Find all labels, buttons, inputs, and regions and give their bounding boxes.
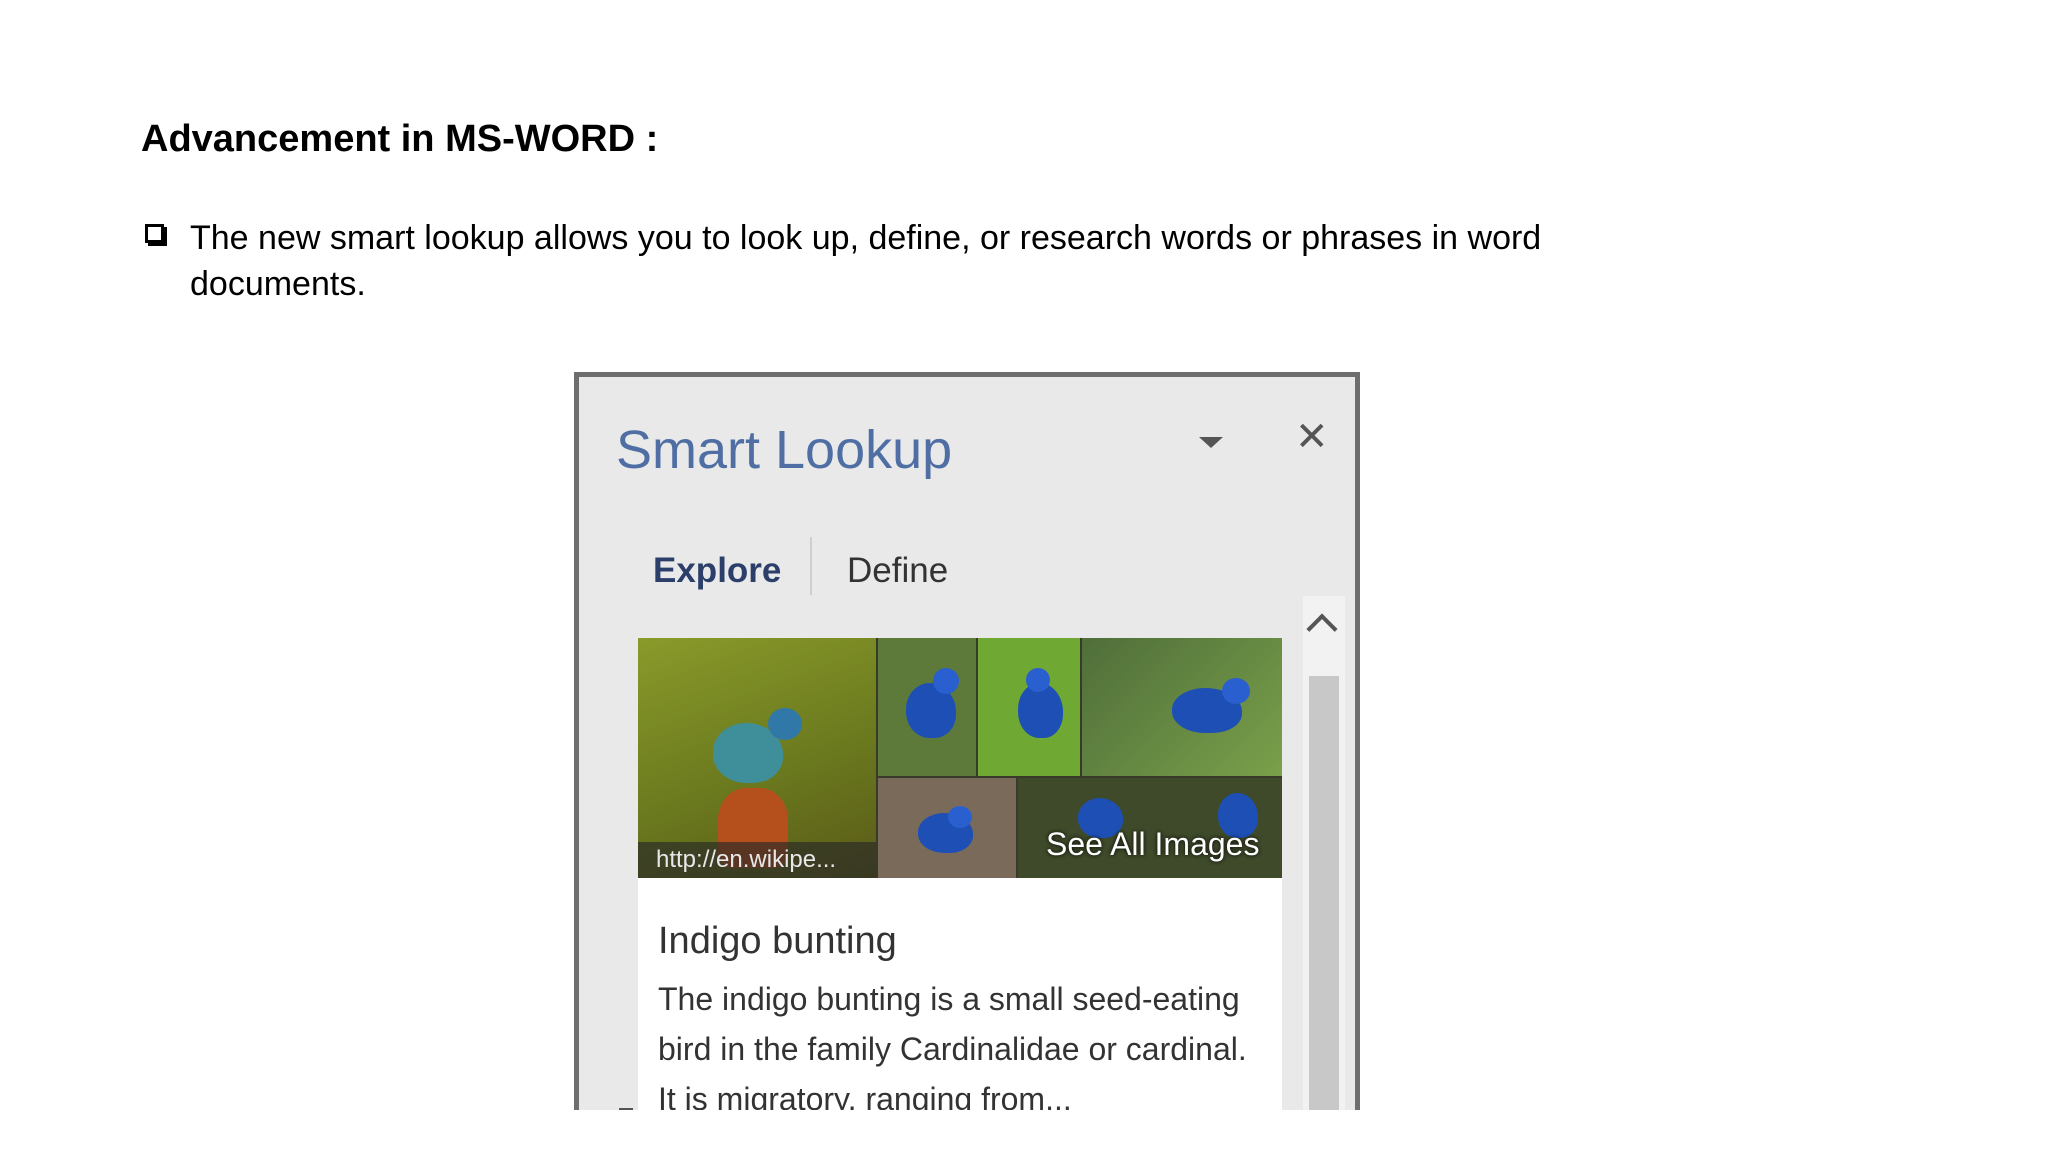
- scroll-up-icon[interactable]: [1306, 613, 1338, 645]
- scroll-thumb[interactable]: [1309, 676, 1339, 1110]
- slide-title: Advancement in MS-WORD :: [141, 118, 659, 160]
- resize-handle: [619, 1108, 633, 1110]
- result-description: The indigo bunting is a small seed-eatin…: [658, 981, 1247, 1110]
- image-source-caption: http://en.wikipe...: [638, 842, 876, 878]
- chevron-down-icon[interactable]: [1199, 437, 1223, 448]
- result-title[interactable]: Indigo bunting: [658, 920, 897, 963]
- result-card: http://en.wikipe... See All Images Indig…: [638, 638, 1282, 1110]
- checkbox-bullet-icon: [145, 224, 164, 243]
- panel-title: Smart Lookup: [616, 420, 953, 480]
- tab-explore[interactable]: Explore: [653, 551, 781, 591]
- bullet-text: The new smart lookup allows you to look …: [190, 219, 1542, 303]
- gallery-image-2[interactable]: [878, 638, 976, 776]
- gallery-image-4[interactable]: [1082, 638, 1282, 776]
- gallery-image-5[interactable]: [878, 778, 1016, 878]
- tab-divider: [810, 537, 812, 595]
- close-icon[interactable]: ✕: [1295, 415, 1329, 459]
- scrollbar[interactable]: [1303, 596, 1345, 1110]
- smart-lookup-panel: Smart Lookup ✕ Explore Define http://en.…: [574, 372, 1360, 1110]
- see-all-images-link[interactable]: See All Images: [1046, 826, 1259, 863]
- image-gallery[interactable]: http://en.wikipe... See All Images: [638, 638, 1282, 878]
- gallery-image-3[interactable]: [978, 638, 1080, 776]
- tab-define[interactable]: Define: [847, 551, 948, 591]
